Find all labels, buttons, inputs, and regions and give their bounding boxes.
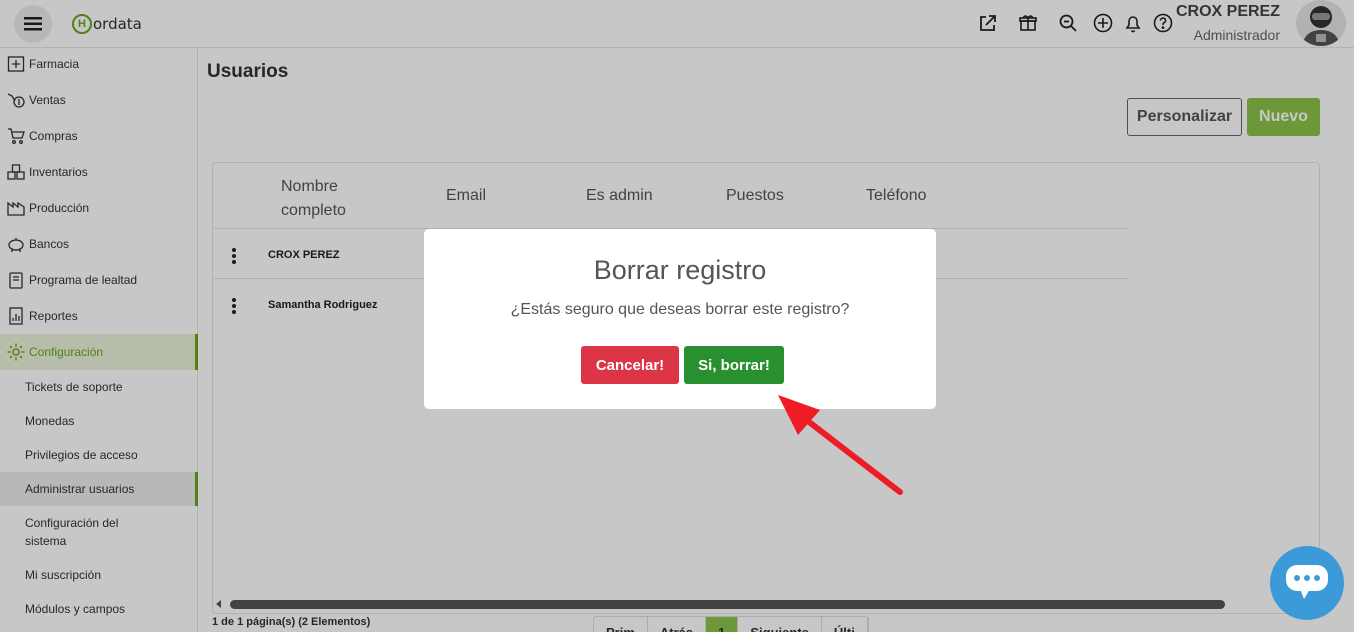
annotation-arrow-icon xyxy=(778,395,903,495)
cancel-button[interactable]: Cancelar! xyxy=(581,346,679,384)
confirm-delete-button[interactable]: Si, borrar! xyxy=(684,346,784,384)
dialog-message: ¿Estás seguro que deseas borrar este reg… xyxy=(510,301,850,318)
chat-button[interactable] xyxy=(1270,546,1344,620)
chat-bubble-icon xyxy=(1286,565,1328,599)
dialog-title: Borrar registro xyxy=(593,255,767,285)
